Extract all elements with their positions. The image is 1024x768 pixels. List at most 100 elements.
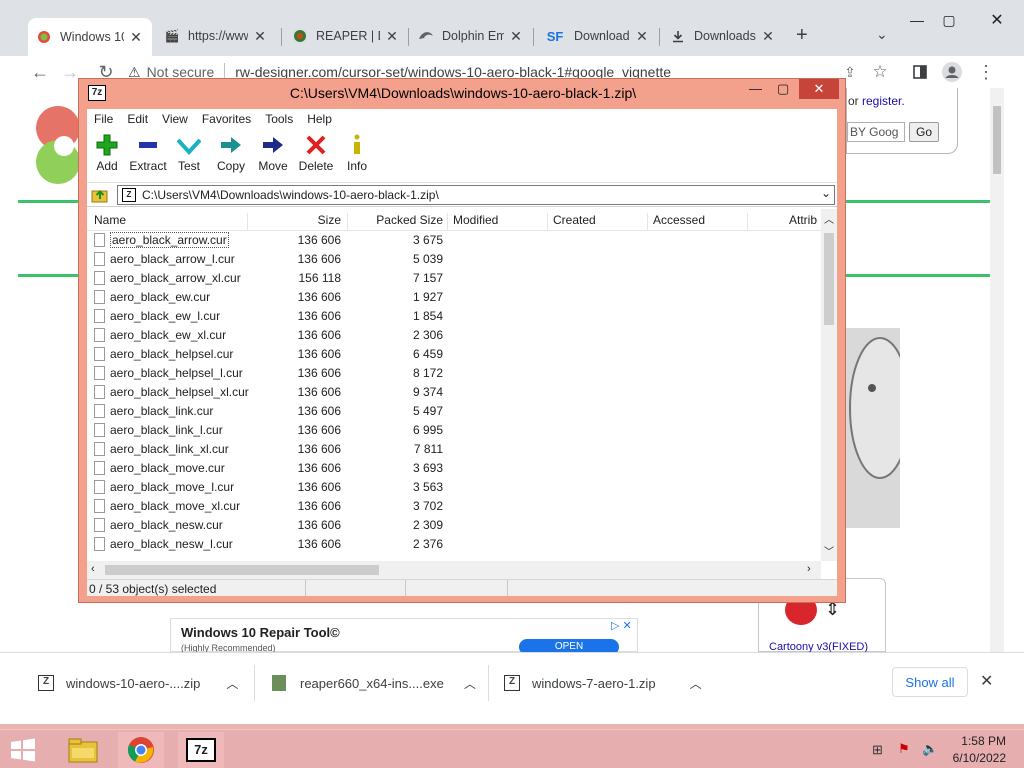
- scroll-left-arrow-icon[interactable]: ‹: [91, 563, 95, 575]
- table-row[interactable]: aero_black_helpsel_xl.cur 136 606 9 374: [87, 383, 821, 402]
- table-row[interactable]: aero_black_arrow_l.cur 136 606 5 039: [87, 250, 821, 269]
- tab-downloads[interactable]: Downloads ✕: [662, 20, 784, 52]
- close-icon[interactable]: ✕: [252, 28, 268, 45]
- file-explorer-icon[interactable]: [60, 732, 106, 768]
- chevron-up-icon[interactable]: ︿: [690, 675, 702, 692]
- table-row[interactable]: aero_black_arrow.cur 136 606 3 675: [87, 231, 821, 250]
- close-icon[interactable]: ✕: [128, 29, 144, 46]
- scroll-up-arrow-icon[interactable]: ︿: [824, 211, 834, 226]
- close-download-bar-icon[interactable]: ✕: [980, 671, 993, 691]
- table-row[interactable]: aero_black_move_xl.cur 136 606 3 702: [87, 497, 821, 516]
- menu-kebab-icon[interactable]: ⋮: [974, 60, 998, 84]
- list-horizontal-scrollbar[interactable]: ‹ ›: [87, 561, 821, 579]
- profile-avatar-icon[interactable]: [940, 60, 964, 84]
- test-button[interactable]: Test: [165, 131, 213, 181]
- close-window-button[interactable]: ✕: [982, 8, 1012, 32]
- col-attrib[interactable]: Attrib: [789, 213, 817, 227]
- show-all-button[interactable]: Show all: [892, 667, 968, 697]
- bookmark-star-icon[interactable]: ☆: [868, 60, 892, 84]
- table-row[interactable]: aero_black_nesw.cur 136 606 2 309: [87, 516, 821, 535]
- menu-view[interactable]: View: [155, 112, 195, 126]
- table-row[interactable]: aero_black_move_l.cur 136 606 3 563: [87, 478, 821, 497]
- address-bar: Z C:\Users\VM4\Downloads\windows-10-aero…: [87, 183, 837, 207]
- action-center-flag-icon[interactable]: ⚑: [898, 741, 910, 757]
- table-row[interactable]: aero_black_ew_l.cur 136 606 1 854: [87, 307, 821, 326]
- new-tab-button[interactable]: +: [796, 24, 808, 47]
- col-modified[interactable]: Modified: [453, 213, 498, 227]
- file-packed-size: 3 675: [412, 233, 443, 247]
- side-panel-icon[interactable]: [908, 60, 932, 84]
- scroll-right-arrow-icon[interactable]: ›: [807, 563, 811, 575]
- col-accessed[interactable]: Accessed: [653, 213, 705, 227]
- volume-muted-icon[interactable]: 🔈: [922, 741, 938, 757]
- table-row[interactable]: aero_black_ew_xl.cur 136 606 2 306: [87, 326, 821, 345]
- scrollbar-thumb[interactable]: [824, 233, 834, 325]
- chevron-down-icon[interactable]: ⌄: [821, 186, 831, 200]
- close-icon[interactable]: ✕: [634, 28, 650, 45]
- copy-button[interactable]: Copy: [207, 131, 255, 181]
- scrollbar-thumb[interactable]: [105, 565, 379, 575]
- move-button[interactable]: Move: [249, 131, 297, 181]
- minimize-button[interactable]: —: [902, 8, 932, 32]
- table-row[interactable]: aero_black_move.cur 136 606 3 693: [87, 459, 821, 478]
- info-button[interactable]: Info: [333, 131, 381, 181]
- path-combobox[interactable]: Z C:\Users\VM4\Downloads\windows-10-aero…: [117, 185, 835, 205]
- maximize-button[interactable]: ▢: [934, 8, 964, 32]
- chevron-up-icon[interactable]: ︿: [226, 675, 238, 692]
- file-packed-size: 3 693: [412, 461, 443, 475]
- ad-choices-icon[interactable]: ▷ ✕: [611, 619, 632, 632]
- tab-windows-10[interactable]: Windows 10 ✕: [28, 18, 152, 56]
- table-row[interactable]: aero_black_link_xl.cur 136 606 7 811: [87, 440, 821, 459]
- clock[interactable]: 1:58 PM 6/10/2022: [950, 734, 1006, 765]
- start-button[interactable]: [0, 732, 46, 768]
- close-icon[interactable]: ✕: [384, 28, 400, 45]
- table-row[interactable]: aero_black_nesw_l.cur 136 606 2 376: [87, 535, 821, 554]
- chrome-taskbar-icon[interactable]: [118, 732, 164, 768]
- file-name: aero_black_move.cur: [110, 461, 225, 475]
- table-row[interactable]: aero_black_arrow_xl.cur 156 118 7 157: [87, 269, 821, 288]
- menu-edit[interactable]: Edit: [120, 112, 155, 126]
- table-row[interactable]: aero_black_helpsel.cur 136 606 6 459: [87, 345, 821, 364]
- scroll-down-arrow-icon[interactable]: ﹀: [824, 543, 834, 558]
- col-size[interactable]: Size: [247, 213, 341, 227]
- chevron-up-icon[interactable]: ︿: [464, 675, 476, 692]
- close-icon[interactable]: ✕: [760, 28, 776, 45]
- google-search-input[interactable]: BY Goog: [847, 122, 905, 142]
- cursor-caption-link[interactable]: Cartoony v3(FIXED): [769, 641, 868, 652]
- table-row[interactable]: aero_black_ew.cur 136 606 1 927: [87, 288, 821, 307]
- network-icon[interactable]: ⊞: [872, 742, 883, 758]
- download-item-reaper[interactable]: reaper660_x64-ins....exe ︿: [272, 669, 476, 697]
- col-name[interactable]: Name: [94, 213, 126, 227]
- menu-favorites[interactable]: Favorites: [195, 112, 258, 126]
- menu-help[interactable]: Help: [300, 112, 339, 126]
- tab-reaper[interactable]: REAPER | D ✕: [284, 20, 408, 52]
- ad-open-button[interactable]: OPEN: [519, 639, 619, 652]
- close-icon[interactable]: ✕: [508, 28, 524, 45]
- table-row[interactable]: aero_black_link.cur 136 606 5 497: [87, 402, 821, 421]
- col-created[interactable]: Created: [553, 213, 596, 227]
- list-vertical-scrollbar[interactable]: ︿ ﹀: [821, 209, 837, 561]
- table-row[interactable]: aero_black_link_l.cur 136 606 6 995: [87, 421, 821, 440]
- page-scrollbar[interactable]: [990, 88, 1004, 652]
- scrollbar-thumb[interactable]: [993, 106, 1001, 174]
- file-name: aero_black_arrow.cur: [110, 232, 229, 248]
- minimize-button[interactable]: —: [749, 81, 762, 96]
- table-row[interactable]: aero_black_helpsel_l.cur 136 606 8 172: [87, 364, 821, 383]
- back-arrow-icon[interactable]: ←: [28, 60, 52, 84]
- download-item-windows-7[interactable]: Z windows-7-aero-1.zip ︿: [504, 669, 702, 697]
- chevron-down-icon[interactable]: ⌄: [876, 26, 888, 43]
- download-item-windows-10[interactable]: Z windows-10-aero-....zip ︿: [38, 669, 238, 697]
- col-packed-size[interactable]: Packed Size: [347, 213, 443, 227]
- tab-https[interactable]: 🎬 https://www. ✕: [156, 20, 276, 52]
- tab-dolphin[interactable]: Dolphin Em ✕: [410, 20, 532, 52]
- 7zip-taskbar-icon[interactable]: 7z: [178, 732, 224, 768]
- maximize-button[interactable]: ▢: [777, 81, 789, 97]
- tab-sourceforge[interactable]: SF Downloadi ✕: [536, 20, 658, 52]
- menu-tools[interactable]: Tools: [258, 112, 300, 126]
- folder-up-icon[interactable]: [91, 186, 109, 204]
- close-window-button[interactable]: ✕: [799, 79, 839, 99]
- taskbar: 7z ⊞ ⚑ 🔈 1:58 PM 6/10/2022: [0, 729, 1024, 768]
- menu-file[interactable]: File: [87, 112, 120, 126]
- go-button[interactable]: Go: [909, 122, 939, 142]
- ad-banner[interactable]: Windows 10 Repair Tool© (Highly Recommen…: [170, 618, 638, 652]
